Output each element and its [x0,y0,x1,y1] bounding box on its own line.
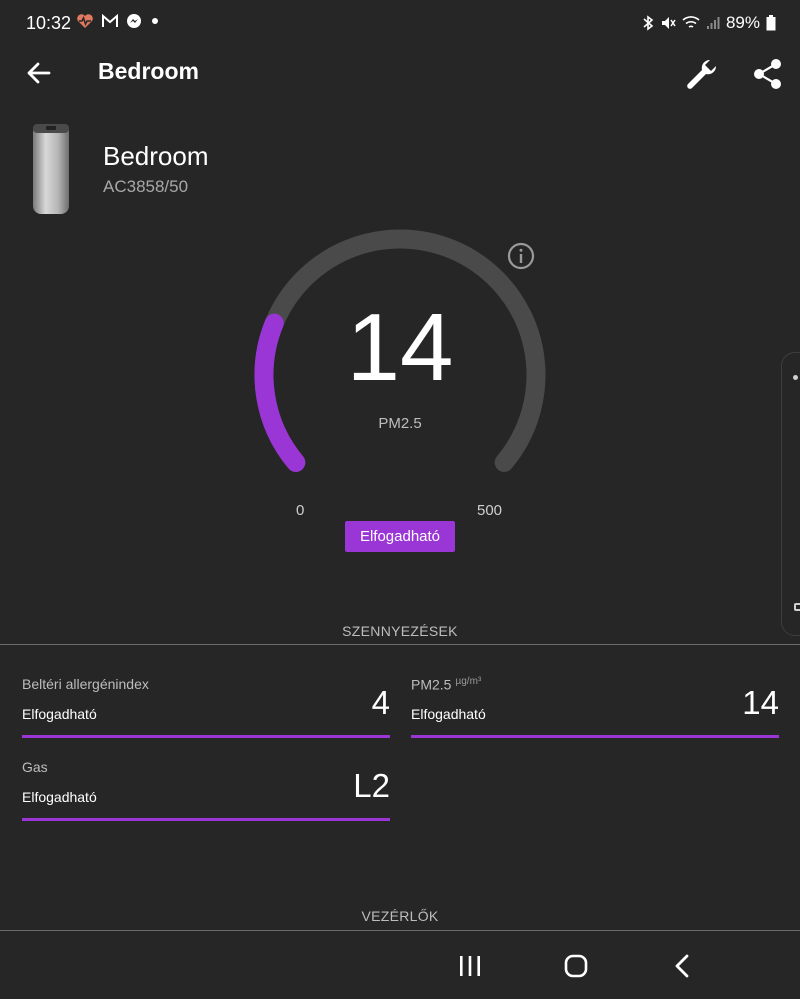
messenger-icon [127,14,141,28]
air-quality-status-badge: Elfogadható [345,521,455,552]
gauge-max-label: 500 [477,502,503,519]
app-bar: Bedroom [0,46,800,100]
device-name: Bedroom [103,141,209,171]
wifi-icon [682,16,700,28]
metric-status: Elfogadható [22,789,97,805]
health-icon [77,14,93,28]
settings-button[interactable] [682,54,722,94]
battery-percent: 89% [725,13,760,32]
bluetooth-icon [643,15,654,31]
nav-back-icon [675,954,689,978]
metric-unit: µg/m³ [455,676,482,687]
gauge-fill [254,313,306,472]
section-title-controls: VEZÉRLŐK [361,908,439,924]
recent-apps-button[interactable] [457,955,483,977]
gauge-min-label: 0 [296,502,305,519]
device-model: AC3858/50 [103,177,189,196]
info-icon [507,242,535,270]
signal-icon [706,17,720,29]
metric-name: Beltéri allergénindex [22,676,149,692]
status-bar: 10:32 89% [0,0,800,46]
dot-icon [793,375,798,380]
mute-icon [661,17,676,29]
metric-value: L2 [353,767,390,804]
page-title: Bedroom [98,58,199,84]
metric-value: 14 [742,684,779,721]
metric-gas[interactable]: Gas Elfogadható L2 [22,759,390,821]
section-divider [0,644,800,645]
edge-shortcut-icon [794,603,800,611]
system-nav-bar [0,932,800,999]
home-icon [564,954,588,978]
edge-panel-handle[interactable] [781,352,800,636]
metric-status: Elfogadható [411,706,486,722]
metric-allergen-index[interactable]: Beltéri allergénindex Elfogadható 4 [22,676,390,738]
recent-apps-icon [460,956,480,976]
system-icons: 89% [642,13,776,33]
share-icon [754,59,781,89]
metric-name: PM2.5 µg/m³ [411,676,482,693]
section-divider [0,930,800,931]
metric-pm25[interactable]: PM2.5 µg/m³ Elfogadható 14 [411,676,779,738]
notification-icons [76,13,160,29]
section-title-pollutants: SZENNYEZÉSEK [342,623,458,639]
dot-icon [152,18,158,24]
nav-back-button[interactable] [672,954,692,978]
back-arrow-icon [27,62,51,84]
air-purifier-icon [33,124,69,214]
metric-value: 4 [371,684,390,721]
battery-icon [766,15,776,31]
metric-name: Gas [22,759,48,775]
wrench-icon [687,59,717,89]
status-time: 10:32 [26,13,72,33]
metric-status: Elfogadható [22,706,97,722]
home-button[interactable] [564,954,588,978]
gmail-icon [102,14,118,27]
device-image [30,120,72,218]
back-button[interactable] [22,56,56,90]
gauge-value: 14 [346,294,454,401]
share-button[interactable] [750,54,786,94]
info-button[interactable] [507,242,535,270]
gauge-label: PM2.5 [378,415,422,432]
